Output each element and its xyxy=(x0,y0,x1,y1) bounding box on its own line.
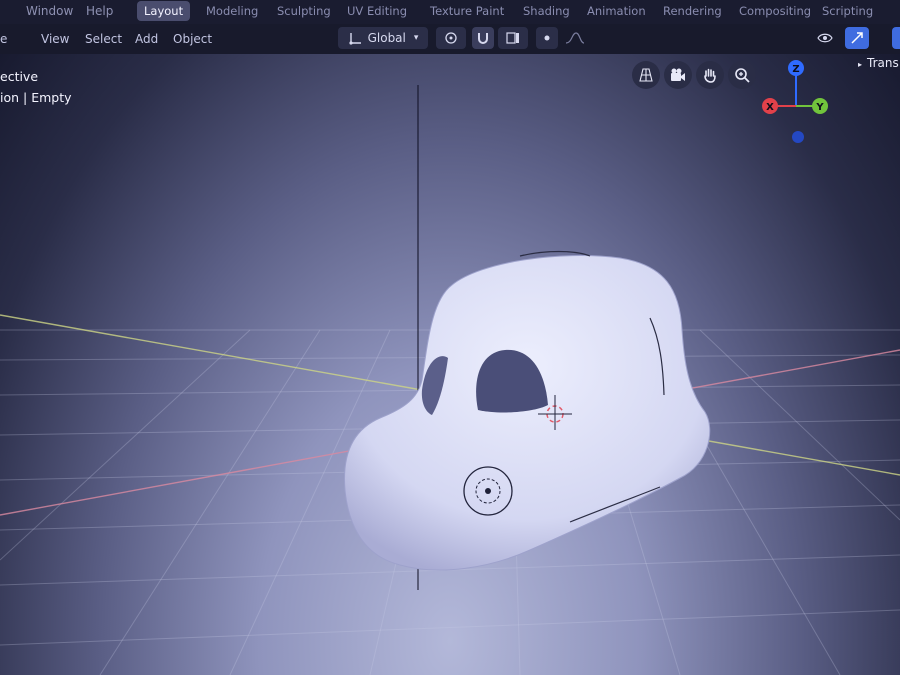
eye-icon xyxy=(817,33,833,43)
orientation-icon xyxy=(348,33,361,45)
falloff-curve-icon xyxy=(565,32,585,44)
dot-icon xyxy=(544,35,550,41)
visibility-dropdown[interactable] xyxy=(810,27,840,49)
3d-viewport[interactable]: Window Help Layout Modeling Sculpting UV… xyxy=(0,0,900,675)
transform-orientation-dropdown[interactable]: Global ▾ xyxy=(338,27,428,49)
pivot-point-button[interactable] xyxy=(436,27,466,49)
tab-texture-paint[interactable]: Texture Paint xyxy=(430,4,504,18)
snap-increment-icon xyxy=(506,32,519,44)
tab-rendering[interactable]: Rendering xyxy=(663,4,722,18)
tab-compositing[interactable]: Compositing xyxy=(739,4,811,18)
viewport-info: ective ion | Empty xyxy=(0,66,72,108)
navigation-gizmo[interactable]: Z X Y xyxy=(758,58,838,148)
menu-select[interactable]: Select xyxy=(85,32,122,46)
pan-view-button[interactable] xyxy=(696,61,724,89)
tab-scripting[interactable]: Scripting xyxy=(822,4,873,18)
snap-toggle[interactable] xyxy=(472,27,494,49)
viewport-header: e View Select Add Object Global ▾ xyxy=(0,24,900,54)
tab-sculpting[interactable]: Sculpting xyxy=(277,4,331,18)
gizmo-arrow-icon xyxy=(851,32,863,44)
chevron-down-icon: ▾ xyxy=(413,33,419,43)
chevron-right-icon: ▸ xyxy=(858,60,863,69)
toggle-camera-view-button[interactable] xyxy=(632,61,660,89)
menu-window[interactable]: Window xyxy=(26,4,73,18)
tab-uv-editing[interactable]: UV Editing xyxy=(347,4,407,18)
falloff-dropdown[interactable] xyxy=(560,27,590,49)
orientation-label: Global xyxy=(367,31,406,45)
menu-add[interactable]: Add xyxy=(135,32,158,46)
menu-help[interactable]: Help xyxy=(86,4,113,18)
z-axis-label: Z xyxy=(792,64,799,75)
snap-target-dropdown[interactable] xyxy=(498,27,528,49)
mode-selector[interactable]: e xyxy=(0,32,7,46)
tab-modeling[interactable]: Modeling xyxy=(206,4,258,18)
top-bar: Window Help Layout Modeling Sculpting UV… xyxy=(0,0,900,24)
pivot-icon xyxy=(445,32,457,44)
camera-view-button[interactable] xyxy=(664,61,692,89)
transform-panel-label: Trans xyxy=(867,56,899,70)
gizmo-toggle[interactable] xyxy=(845,27,869,49)
overlays-toggle[interactable] xyxy=(892,27,900,49)
x-axis-label: X xyxy=(766,102,774,113)
zoom-icon xyxy=(735,68,750,83)
view-type-label: ective xyxy=(0,69,39,84)
tab-shading[interactable]: Shading xyxy=(523,4,570,18)
tab-layout[interactable]: Layout xyxy=(137,1,191,21)
menu-object[interactable]: Object xyxy=(173,32,212,46)
magnet-icon xyxy=(478,33,488,44)
y-axis-label: Y xyxy=(815,102,824,113)
menu-view[interactable]: View xyxy=(41,32,69,46)
camera-icon xyxy=(671,68,685,81)
hand-icon xyxy=(704,68,716,83)
neg-z-axis-handle[interactable] xyxy=(792,131,804,143)
collection-info-label: ion | Empty xyxy=(0,90,72,105)
grid-icon xyxy=(639,68,653,82)
zoom-view-button[interactable] xyxy=(728,61,756,89)
tab-animation[interactable]: Animation xyxy=(587,4,646,18)
sidebar-transform-panel[interactable]: ▸ Trans xyxy=(858,56,899,70)
proportional-editing-toggle[interactable] xyxy=(536,27,558,49)
